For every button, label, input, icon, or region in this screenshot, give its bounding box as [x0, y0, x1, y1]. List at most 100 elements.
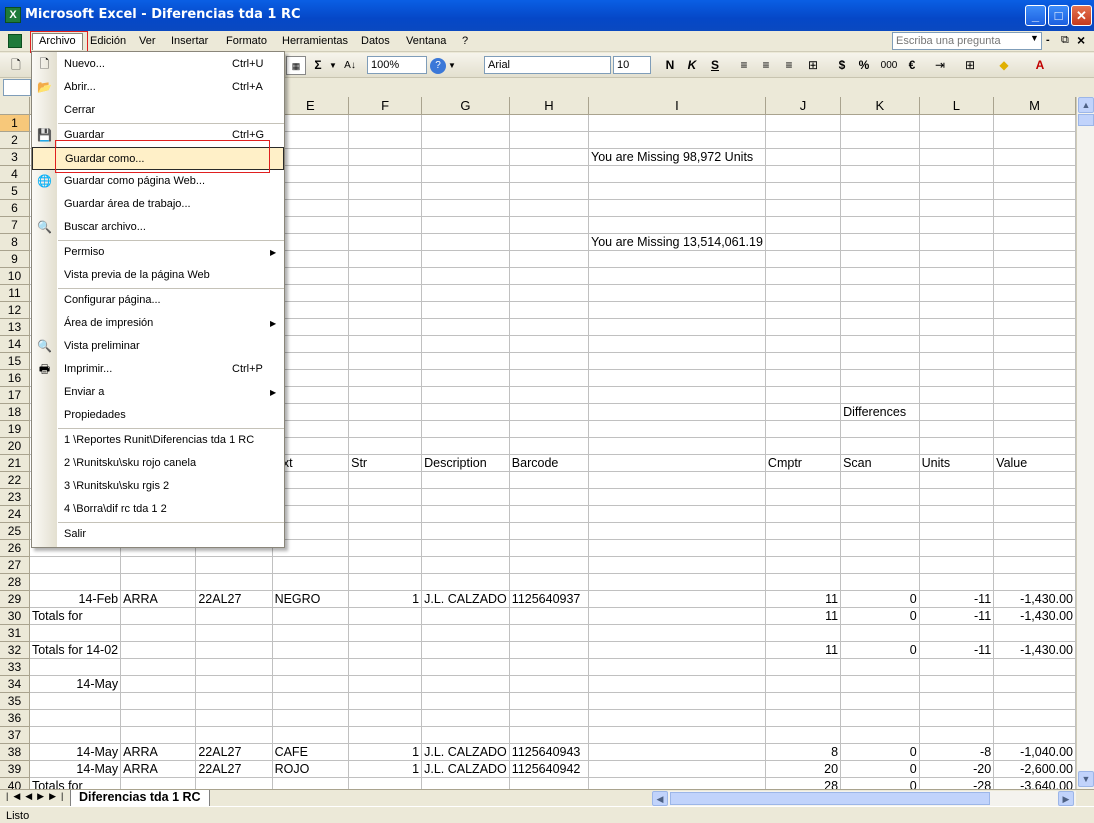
cell[interactable]	[840, 420, 920, 438]
cell[interactable]	[993, 148, 1076, 166]
cell[interactable]	[919, 709, 995, 727]
cell[interactable]: Cmptr	[765, 454, 842, 472]
row-header[interactable]: 4	[0, 165, 30, 183]
cell[interactable]	[120, 573, 197, 591]
cell[interactable]: 1125640942	[509, 760, 590, 778]
cell[interactable]	[348, 199, 423, 217]
column-header[interactable]: G	[421, 97, 510, 115]
cell[interactable]	[588, 352, 766, 370]
cell[interactable]	[588, 131, 766, 149]
menu-item-4-borra-dif-rc-tda-1-2[interactable]: 4 \Borra\dif rc tda 1 2	[32, 498, 284, 521]
doc-restore-button[interactable]: ⧉	[1061, 34, 1069, 47]
sheet-tab-diferencias[interactable]: Diferencias tda 1 RC	[70, 790, 210, 807]
cell[interactable]	[840, 658, 920, 676]
cell[interactable]	[588, 403, 766, 421]
cell[interactable]	[765, 216, 842, 234]
menu-formato[interactable]: Formato	[220, 33, 273, 50]
cell[interactable]	[195, 641, 273, 659]
cell[interactable]	[421, 233, 510, 251]
cell[interactable]: NEGRO	[272, 590, 350, 608]
cell[interactable]: 1125640937	[509, 590, 590, 608]
cell[interactable]	[840, 148, 920, 166]
cell[interactable]	[765, 318, 842, 336]
cell[interactable]	[509, 233, 590, 251]
cell[interactable]	[348, 148, 423, 166]
row-header[interactable]: 39	[0, 760, 30, 778]
cell[interactable]	[120, 658, 197, 676]
cell[interactable]	[509, 369, 590, 387]
cell[interactable]	[272, 556, 350, 574]
workbook-icon[interactable]	[8, 34, 22, 48]
row-header[interactable]: 22	[0, 471, 30, 489]
menu-item-3-runitsku-sku-rgis-2[interactable]: 3 \Runitsku\sku rgis 2	[32, 475, 284, 498]
cell[interactable]	[919, 318, 995, 336]
row-header[interactable]: 19	[0, 420, 30, 438]
cell[interactable]	[348, 539, 423, 557]
row-header[interactable]: 26	[0, 539, 30, 557]
cell[interactable]	[509, 573, 590, 591]
cell[interactable]	[348, 607, 423, 625]
cell[interactable]	[765, 335, 842, 353]
scroll-left-icon[interactable]: ◀	[652, 791, 668, 806]
cell[interactable]: 11	[765, 641, 842, 659]
cell[interactable]	[919, 522, 995, 540]
cell[interactable]	[993, 267, 1076, 285]
row-header[interactable]: 5	[0, 182, 30, 200]
row-header[interactable]: 14	[0, 335, 30, 353]
cell[interactable]	[421, 709, 510, 727]
cell[interactable]	[765, 250, 842, 268]
cell[interactable]	[588, 607, 766, 625]
maximize-button[interactable]: □	[1048, 5, 1069, 26]
cell[interactable]	[421, 369, 510, 387]
bold-button[interactable]: N	[661, 56, 679, 75]
row-header[interactable]: 17	[0, 386, 30, 404]
cell[interactable]	[840, 352, 920, 370]
cell[interactable]	[509, 182, 590, 200]
cell[interactable]	[588, 165, 766, 183]
menu-item-buscar-archivo[interactable]: 🔍 Buscar archivo...	[32, 216, 284, 239]
cell[interactable]	[195, 726, 273, 744]
menu-datos[interactable]: Datos	[355, 33, 396, 50]
cell[interactable]: 14-Feb	[29, 590, 122, 608]
cell[interactable]	[348, 352, 423, 370]
cell[interactable]	[421, 335, 510, 353]
cell[interactable]	[195, 556, 273, 574]
cell[interactable]	[993, 573, 1076, 591]
menu-item-permiso[interactable]: Permiso ▶	[32, 241, 284, 264]
row-header[interactable]: 38	[0, 743, 30, 761]
cell[interactable]	[993, 505, 1076, 523]
row-header[interactable]: 29	[0, 590, 30, 608]
cell[interactable]	[588, 284, 766, 302]
cell[interactable]	[195, 777, 273, 789]
cell[interactable]	[765, 726, 842, 744]
cell[interactable]	[765, 165, 842, 183]
cell[interactable]	[509, 709, 590, 727]
cell[interactable]	[29, 709, 122, 727]
cell[interactable]	[765, 522, 842, 540]
cell[interactable]	[348, 709, 423, 727]
cell[interactable]	[993, 318, 1076, 336]
cell[interactable]	[919, 199, 995, 217]
cell[interactable]	[421, 488, 510, 506]
cell[interactable]	[919, 437, 995, 455]
cell[interactable]	[993, 199, 1076, 217]
cell[interactable]	[993, 216, 1076, 234]
cell[interactable]: -11	[919, 641, 995, 659]
cell[interactable]	[840, 539, 920, 557]
cell[interactable]	[919, 369, 995, 387]
row-header[interactable]: 24	[0, 505, 30, 523]
cell[interactable]	[509, 471, 590, 489]
row-header[interactable]: 10	[0, 267, 30, 285]
cell[interactable]	[509, 420, 590, 438]
cell[interactable]: Differences	[840, 403, 920, 421]
cell[interactable]	[348, 216, 423, 234]
cell[interactable]	[765, 301, 842, 319]
cell[interactable]: -1,040.00	[993, 743, 1076, 761]
cell[interactable]	[765, 369, 842, 387]
cell[interactable]	[421, 522, 510, 540]
cell[interactable]: -1,430.00	[993, 607, 1076, 625]
cell[interactable]	[509, 777, 590, 789]
scroll-down-icon[interactable]: ▼	[1078, 771, 1094, 787]
cell[interactable]: ROJO	[272, 760, 350, 778]
cell[interactable]	[348, 658, 423, 676]
